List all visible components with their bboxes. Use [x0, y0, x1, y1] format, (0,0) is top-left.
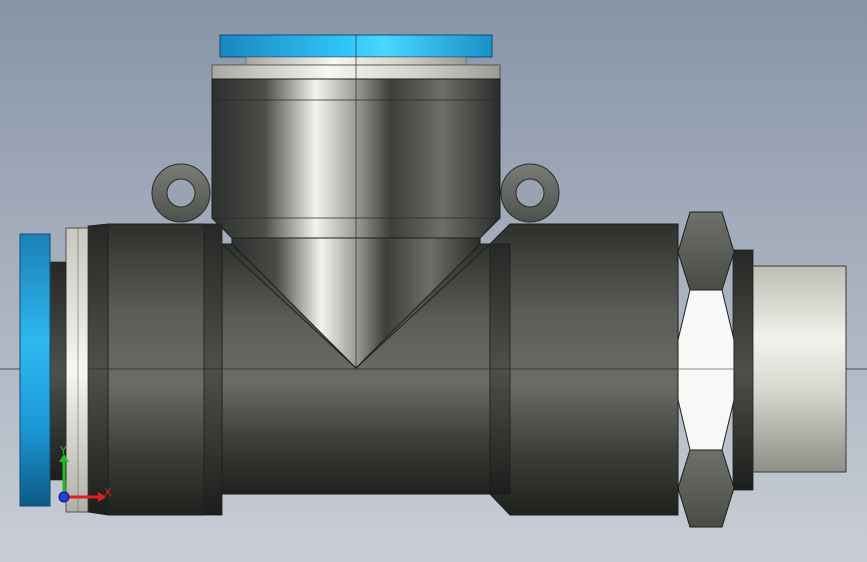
triad-y-label: Y	[59, 444, 67, 457]
left-ear-hole	[166, 178, 196, 208]
left-mounting-ear[interactable]	[151, 163, 211, 223]
thread-collar	[732, 249, 754, 491]
left-end-rim	[87, 223, 109, 516]
left-port[interactable]	[19, 227, 89, 513]
right-port[interactable]	[677, 211, 847, 528]
right-ear-hole	[515, 178, 545, 208]
triad-x-label: X	[104, 486, 112, 499]
left-push-ring[interactable]	[19, 233, 51, 507]
hex-nut[interactable]	[677, 211, 735, 528]
tube-stub[interactable]	[751, 265, 847, 473]
left-release-collar[interactable]	[65, 227, 89, 513]
graphics-viewport[interactable]: X Y	[0, 0, 867, 562]
right-end-body[interactable]	[489, 223, 679, 516]
tee-fitting-model[interactable]: X Y	[0, 0, 867, 562]
triad-z-axis	[58, 491, 70, 503]
right-mounting-ear[interactable]	[500, 163, 560, 223]
left-chamfer-band	[203, 223, 223, 516]
